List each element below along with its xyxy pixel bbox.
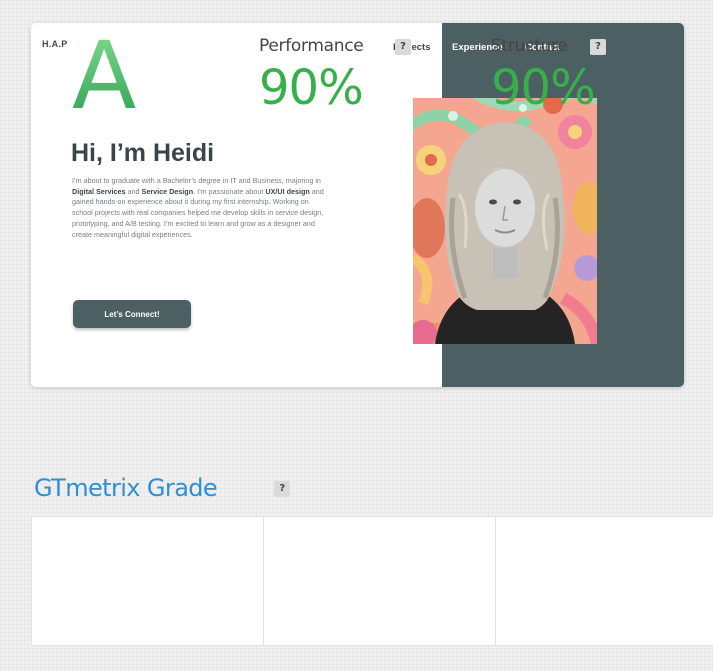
performance-help-icon[interactable]: ? [395, 39, 411, 55]
structure-value: 90% [491, 60, 596, 116]
bio-highlight: UX/UI design [265, 186, 310, 196]
grade-letter: A [72, 22, 137, 131]
bio-text: and [125, 186, 142, 196]
structure-help-icon[interactable]: ? [590, 39, 606, 55]
gtmetrix-grade-title: GTmetrix Grade [34, 474, 218, 502]
portrait-photo [413, 98, 597, 344]
structure-label: Structure [491, 36, 568, 56]
hero-title: Hi, I’m Heidi [71, 139, 215, 167]
bio-highlight: Digital Services [72, 186, 126, 196]
bio-highlight: Service Design [141, 186, 194, 196]
gtmetrix-grade-heading: GTmetrix Grade ? [34, 474, 290, 502]
performance-label: Performance [259, 36, 364, 56]
column-divider [495, 517, 496, 645]
bio-text: I’m about to graduate with a Bachelor’s … [72, 176, 321, 185]
site-logo: H.A.P [42, 39, 68, 49]
lets-connect-button[interactable]: Let’s Connect! [73, 300, 191, 328]
bio-text: . I’m passionate about [193, 186, 266, 196]
column-divider [263, 517, 264, 645]
grade-panel [31, 516, 713, 646]
help-icon[interactable]: ? [274, 481, 290, 497]
hero-bio: I’m about to graduate with a Bachelor’s … [72, 176, 330, 240]
performance-value: 90% [259, 60, 364, 116]
